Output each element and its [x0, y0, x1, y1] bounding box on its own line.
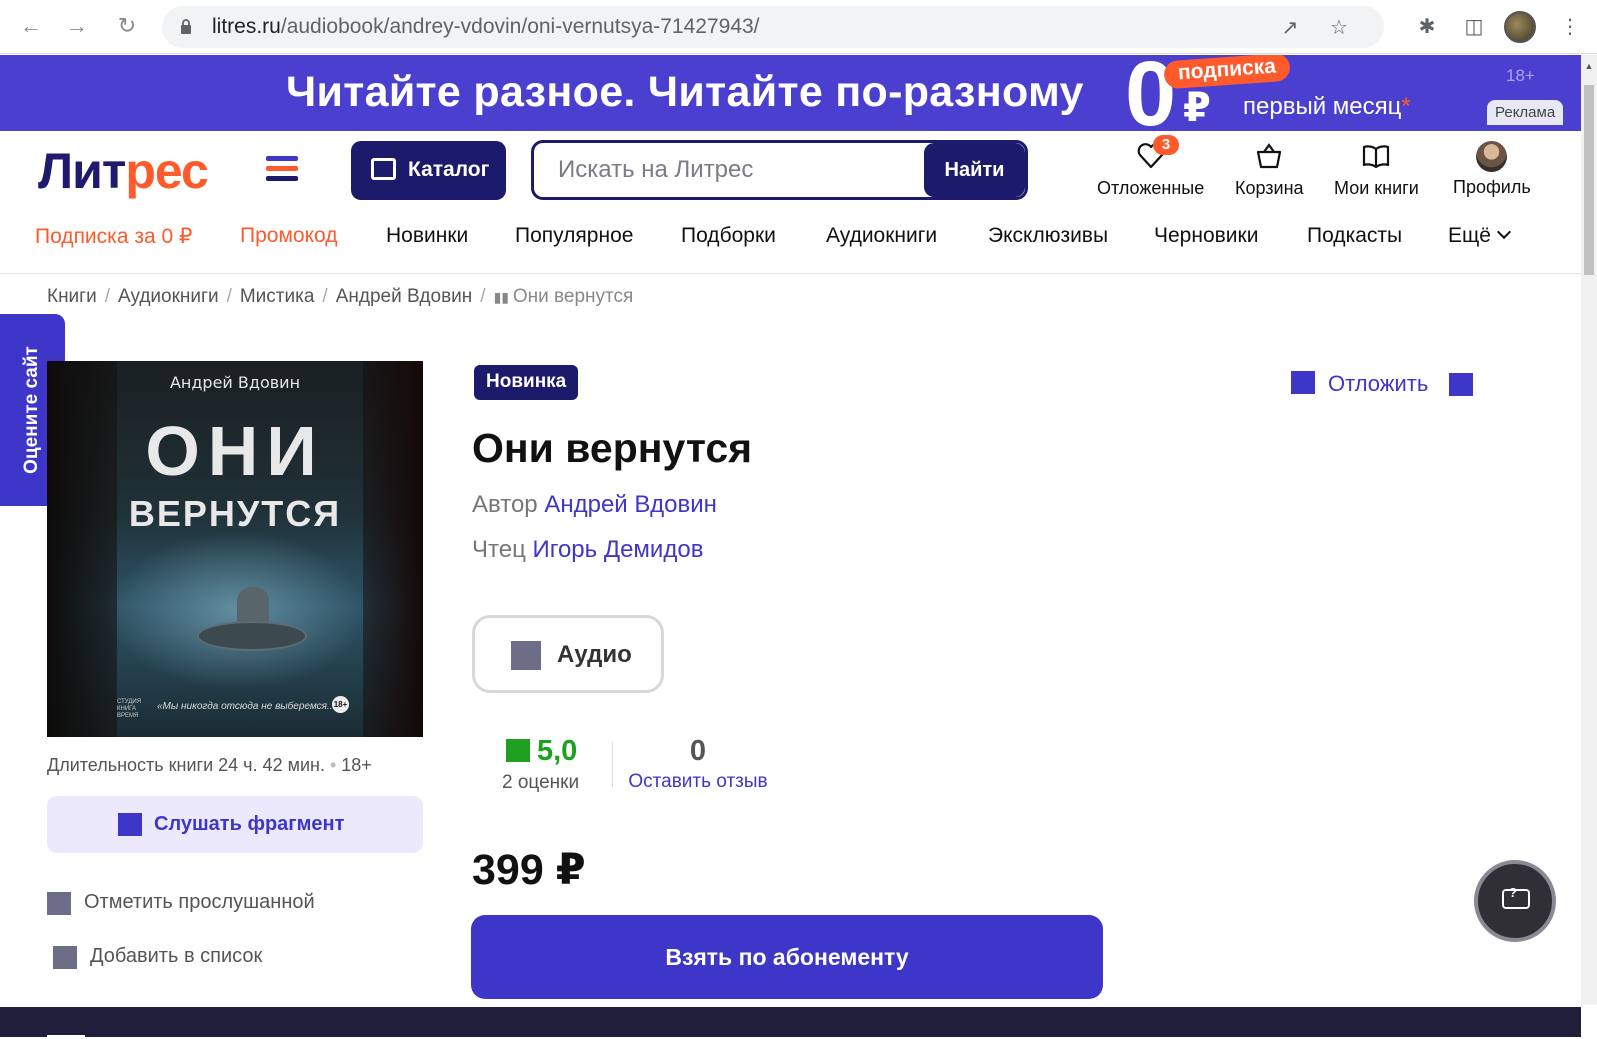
book-title: Они вернутся: [472, 425, 753, 471]
cart-link[interactable]: Корзина: [1235, 141, 1304, 199]
cover-publisher: СТУДИЯ КНИГА ВРЕМЯ: [117, 699, 142, 719]
browser-menu-icon[interactable]: ⋮: [1556, 13, 1584, 41]
profile-avatar: [1476, 141, 1508, 172]
page-scrollbar[interactable]: ▲: [1581, 55, 1597, 1005]
cover-title-line2: ВЕРНУТСЯ: [128, 493, 342, 534]
leave-review-link[interactable]: Оставить отзыв: [624, 771, 772, 793]
litres-logo[interactable]: Литрес: [38, 142, 209, 200]
open-book-icon: [1363, 145, 1390, 169]
profile-link[interactable]: Профиль: [1453, 141, 1531, 198]
cover-boat: [197, 621, 307, 651]
breadcrumb-item[interactable]: Аудиокниги: [118, 286, 219, 307]
menu-item-collections[interactable]: Подборки: [681, 224, 776, 248]
browser-profile-avatar[interactable]: [1504, 11, 1536, 43]
books-icon: ▮▮: [493, 289, 513, 305]
breadcrumb: Книги / Аудиокниги / Мистика / Андрей Вдовин / ▮…: [47, 286, 634, 307]
url-text: litres.ru/audiobook/andrey-vdovin/oni-ve…: [212, 15, 760, 38]
main-menu: Подписка за 0 ₽ Промокод Новинки Популяр…: [0, 224, 1581, 274]
reviews-block[interactable]: 0 Оставить отзыв: [624, 735, 772, 793]
favorites-link[interactable]: Отложенные: [1097, 141, 1204, 199]
address-bar[interactable]: litres.ru/audiobook/andrey-vdovin/oni-ve…: [162, 6, 1384, 48]
take-by-subscription-button[interactable]: Взять по абонементу: [471, 915, 1103, 999]
breadcrumb-item[interactable]: Книги: [47, 286, 97, 307]
support-chat-button[interactable]: ?: [1474, 860, 1556, 942]
book-price: 399 ₽: [472, 846, 586, 894]
basket-icon: [1257, 143, 1282, 169]
search-button[interactable]: Найти: [924, 143, 1025, 197]
menu-item-more[interactable]: Ещё: [1448, 224, 1512, 248]
ad-subscription-badge: подписка: [1163, 55, 1291, 90]
scrollbar-thumb[interactable]: [1584, 85, 1594, 275]
menu-item-audiobooks[interactable]: Аудиокниги: [826, 224, 937, 248]
menu-item-promocode[interactable]: Промокод: [240, 224, 337, 248]
menu-item-drafts[interactable]: Черновики: [1154, 224, 1258, 248]
new-badge: Новинка: [474, 365, 579, 400]
cover-age-badge: 18+: [332, 696, 349, 713]
share-icon[interactable]: ↗: [1278, 16, 1302, 40]
lock-icon: [181, 19, 191, 34]
ad-first-month: первый месяц*: [1243, 93, 1411, 120]
book-cover[interactable]: Андрей Вдовин ОНИ ВЕРНУТСЯ СТУДИЯ КНИГА …: [47, 361, 423, 737]
breadcrumb-item[interactable]: Мистика: [240, 286, 315, 307]
check-icon: [47, 892, 71, 915]
search-input[interactable]: [558, 155, 908, 185]
logo-bars-icon: [266, 156, 298, 182]
book-author: Автор Андрей Вдовин: [472, 491, 717, 518]
ad-label[interactable]: Реклама: [1487, 100, 1564, 125]
share-icon[interactable]: [1449, 373, 1473, 396]
bookmark-star-icon[interactable]: ☆: [1327, 16, 1351, 40]
cover-title-line1: ОНИ: [145, 412, 325, 490]
ad-currency: ₽: [1183, 86, 1211, 130]
back-icon[interactable]: ←: [16, 11, 46, 41]
breadcrumb-current: ▮▮ Они вернутся: [493, 286, 634, 307]
format-audio-button[interactable]: Аудио: [472, 615, 664, 693]
ad-banner[interactable]: Читайте разное. Читайте по-разному 0 ₽ п…: [0, 55, 1581, 131]
book-reader: Чтец Игорь Демидов: [472, 536, 704, 563]
forward-icon[interactable]: →: [62, 11, 92, 41]
footer-bar: [0, 1007, 1581, 1039]
divider: [612, 742, 613, 787]
cover-quote: «Мы никогда отсюда не выберемся...»: [157, 701, 341, 712]
breadcrumb-item[interactable]: Андрей Вдовин: [336, 286, 473, 307]
reload-icon[interactable]: ↻: [112, 11, 142, 41]
menu-item-exclusives[interactable]: Эксклюзивы: [988, 224, 1108, 248]
play-icon: [118, 813, 142, 836]
listen-fragment-button[interactable]: Слушать фрагмент: [47, 796, 423, 853]
headphones-icon: [511, 641, 541, 670]
ad-headline: Читайте разное. Читайте по-разному: [286, 68, 1084, 116]
extensions-icon[interactable]: ✱: [1413, 13, 1441, 41]
menu-item-subscription[interactable]: Подписка за 0 ₽: [35, 224, 192, 249]
star-icon: [506, 739, 530, 762]
chevron-down-icon: [1496, 224, 1512, 240]
ad-age-rating: 18+: [1506, 66, 1535, 85]
side-panel-icon[interactable]: ◫: [1460, 13, 1488, 41]
catalog-button[interactable]: Каталог: [351, 141, 506, 200]
menu-item-popular[interactable]: Популярное: [515, 224, 633, 248]
menu-item-new[interactable]: Новинки: [386, 224, 468, 248]
reader-link[interactable]: Игорь Демидов: [532, 536, 703, 563]
book-duration: Длительность книги 24 ч. 42 мин. • 18+: [47, 755, 372, 775]
search-box: Найти: [531, 140, 1028, 200]
browser-toolbar: ← → ↻ litres.ru/audiobook/andrey-vdovin/…: [0, 0, 1597, 54]
my-books-link[interactable]: Мои книги: [1334, 141, 1419, 199]
cover-author: Андрей Вдовин: [169, 373, 301, 392]
favorites-count-badge: 3: [1153, 135, 1179, 155]
bookmark-icon: [1291, 371, 1315, 394]
list-icon: [53, 946, 77, 969]
menu-item-podcasts[interactable]: Подкасты: [1307, 224, 1402, 248]
author-link[interactable]: Андрей Вдовин: [544, 491, 717, 518]
scroll-up-icon[interactable]: ▲: [1581, 61, 1597, 71]
catalog-icon: [371, 158, 396, 180]
